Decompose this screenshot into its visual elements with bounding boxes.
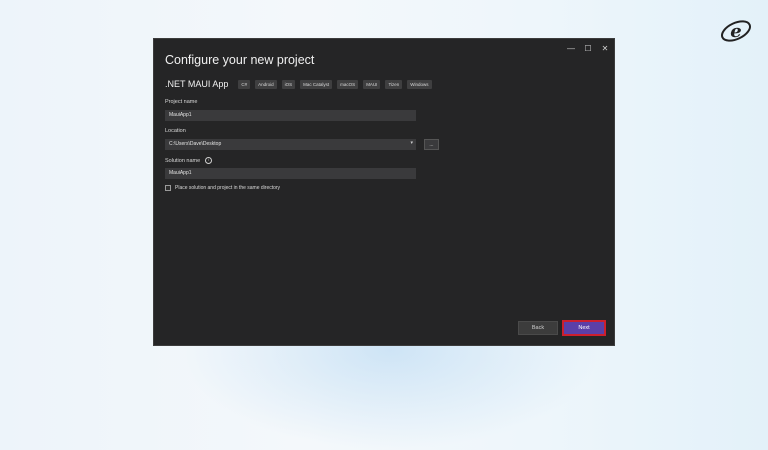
svg-text:e: e xyxy=(730,21,741,42)
location-combobox[interactable]: C:\Users\Dave\Desktop ▾ xyxy=(165,139,416,150)
browse-button[interactable]: ... xyxy=(424,139,439,150)
same-directory-row[interactable]: Place solution and project in the same d… xyxy=(165,185,280,191)
project-name-label: Project name xyxy=(165,99,198,105)
tag-tizen: Tizen xyxy=(385,79,403,89)
tag-mac-catalyst: Mac Catalyst xyxy=(300,79,333,89)
solution-name-label-row: Solution name i xyxy=(165,157,212,164)
location-value: C:\Users\Dave\Desktop xyxy=(169,141,222,147)
maximize-button[interactable]: ☐ xyxy=(581,43,595,53)
back-button[interactable]: Back xyxy=(518,321,558,335)
page-title: Configure your new project xyxy=(165,53,315,67)
chevron-down-icon[interactable]: ▾ xyxy=(410,141,413,146)
location-label: Location xyxy=(165,128,186,134)
solution-name-input[interactable]: MauiApp1 xyxy=(165,168,416,179)
next-button[interactable]: Next xyxy=(563,321,605,335)
project-name-input[interactable]: MauiApp1 xyxy=(165,110,416,121)
tag-csharp: C# xyxy=(238,79,251,89)
minimize-button[interactable]: — xyxy=(564,43,578,53)
template-name: .NET MAUI App xyxy=(165,79,229,89)
info-icon: i xyxy=(204,157,212,164)
tag-windows: Windows xyxy=(407,79,432,89)
tag-ios: iOS xyxy=(281,79,296,89)
configure-project-window: — ☐ ✕ Configure your new project .NET MA… xyxy=(153,38,615,346)
solution-name-label: Solution name xyxy=(165,157,201,164)
tag-macos: macOS xyxy=(337,79,359,89)
same-directory-label: Place solution and project in the same d… xyxy=(175,185,281,191)
close-button[interactable]: ✕ xyxy=(598,43,612,53)
tag-maui: MAUI xyxy=(363,79,381,89)
logo-icon: e xyxy=(720,20,752,42)
template-row: .NET MAUI App C# Android iOS Mac Catalys… xyxy=(165,79,437,89)
tag-android: Android xyxy=(255,79,277,89)
same-directory-checkbox[interactable] xyxy=(165,185,171,191)
